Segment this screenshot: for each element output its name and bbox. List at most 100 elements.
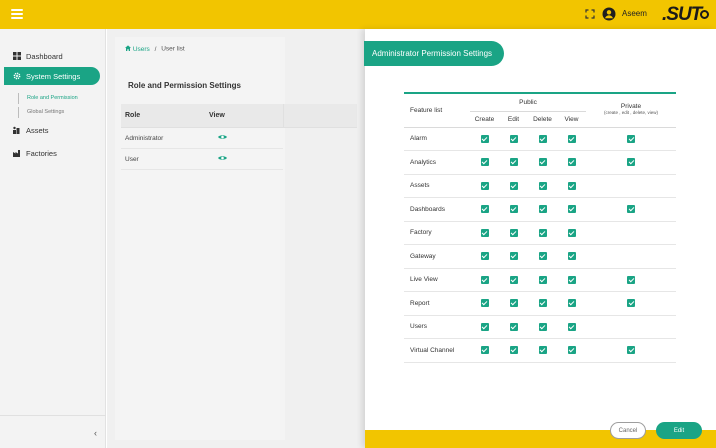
checkbox-delete[interactable] [538, 252, 547, 261]
checkbox-edit[interactable] [509, 275, 518, 284]
checkbox-view[interactable] [567, 252, 576, 261]
checkbox-view[interactable] [567, 299, 576, 308]
checkbox-delete[interactable] [538, 158, 547, 167]
checkbox-create[interactable] [480, 252, 489, 261]
role-name: User [125, 155, 139, 163]
table-row[interactable]: User [121, 149, 283, 170]
checkbox-delete[interactable] [538, 322, 547, 331]
sidebar-divider [0, 415, 106, 416]
checkbox-create[interactable] [480, 322, 489, 331]
checkbox-create[interactable] [480, 228, 489, 237]
table-row[interactable]: Administrator [121, 128, 283, 149]
checkbox-view[interactable] [567, 228, 576, 237]
checkbox-create[interactable] [480, 134, 489, 143]
sidebar-item-label: System Settings [26, 71, 81, 81]
checkbox-private[interactable] [627, 275, 635, 284]
checkbox-edit[interactable] [509, 158, 518, 167]
checkbox-create[interactable] [480, 205, 489, 214]
column-header-create: Create [470, 111, 499, 128]
checkbox-view[interactable] [567, 322, 576, 331]
checkbox-edit[interactable] [509, 252, 518, 261]
table-row: Factory [404, 221, 676, 245]
role-name: Administrator [125, 134, 164, 142]
column-header-role: Role [125, 112, 141, 119]
checkbox-edit[interactable] [509, 299, 518, 308]
checkbox-delete[interactable] [538, 275, 547, 284]
checkbox-delete[interactable] [538, 228, 547, 237]
feature-name: Virtual Channel [404, 338, 470, 363]
sidebar-subitem-role-permission[interactable]: Role and Permission [18, 93, 106, 104]
checkbox-delete[interactable] [538, 346, 547, 355]
checkbox-private[interactable] [627, 158, 635, 167]
feature-name: Users [404, 315, 470, 339]
checkbox-private[interactable] [627, 299, 635, 308]
column-header-public: Public [470, 94, 586, 112]
checkbox-create[interactable] [480, 275, 489, 284]
sidebar-item-assets[interactable]: Assets [0, 121, 106, 139]
checkbox-delete[interactable] [538, 134, 547, 143]
checkbox-create[interactable] [480, 299, 489, 308]
sidebar-item-label: Factories [26, 148, 57, 158]
cancel-button[interactable]: Cancel [610, 422, 646, 439]
checkbox-view[interactable] [567, 181, 576, 190]
checkbox-view[interactable] [567, 205, 576, 214]
expand-icon[interactable] [585, 9, 595, 19]
checkbox-create[interactable] [480, 346, 489, 355]
assets-icon [13, 126, 20, 134]
column-header-view: View [209, 112, 225, 119]
column-header-edit: Edit [499, 111, 528, 128]
role-table-header: Role View [121, 104, 357, 128]
checkbox-view[interactable] [567, 346, 576, 355]
permission-table: Feature list Public Private (create , ed… [404, 92, 676, 363]
column-header-view: View [557, 111, 586, 128]
table-row: Analytics [404, 150, 676, 175]
sidebar-item-system-settings[interactable]: System Settings [4, 67, 100, 85]
user-avatar-icon[interactable] [602, 7, 616, 21]
checkbox-private[interactable] [627, 205, 635, 214]
sidebar-item-factories[interactable]: Factories [0, 144, 106, 162]
page-title: Role and Permission Settings [128, 81, 241, 90]
checkbox-delete[interactable] [538, 181, 547, 190]
menu-icon[interactable] [11, 9, 23, 19]
column-header-private: Private (create , edit , delete, view) [586, 94, 676, 128]
private-header-sub: (create , edit , delete, view) [603, 110, 659, 116]
table-row: Report [404, 291, 676, 316]
feature-name: Analytics [404, 150, 470, 175]
table-row: Alarm [404, 127, 676, 151]
breadcrumb-separator: / [154, 45, 157, 53]
checkbox-private[interactable] [627, 134, 635, 143]
checkbox-edit[interactable] [509, 346, 518, 355]
breadcrumb-current: User list [161, 45, 185, 53]
checkbox-create[interactable] [480, 181, 489, 190]
feature-name: Gateway [404, 244, 470, 269]
user-name[interactable]: Aseem [622, 9, 647, 18]
sidebar-item-label: Dashboard [26, 51, 63, 61]
eye-icon[interactable] [218, 155, 227, 161]
breadcrumb-home[interactable]: Users [125, 45, 152, 53]
feature-name: Live View [404, 268, 470, 292]
column-header-feature: Feature list [404, 94, 470, 128]
column-header-delete: Delete [528, 111, 557, 128]
app-window: Aseem .SUT Dashboard System Settings Rol… [0, 0, 716, 448]
sidebar-item-dashboard[interactable]: Dashboard [0, 47, 106, 65]
checkbox-view[interactable] [567, 158, 576, 167]
checkbox-edit[interactable] [509, 205, 518, 214]
feature-name: Report [404, 291, 470, 316]
table-row: Virtual Channel [404, 338, 676, 363]
breadcrumb-link[interactable]: Users [133, 46, 150, 53]
table-row: Live View [404, 268, 676, 292]
checkbox-delete[interactable] [538, 299, 547, 308]
checkbox-edit[interactable] [509, 134, 518, 143]
checkbox-create[interactable] [480, 158, 489, 167]
checkbox-edit[interactable] [509, 181, 518, 190]
sidebar-subitem-global-settings[interactable]: Global Settings [18, 107, 106, 118]
checkbox-private[interactable] [627, 346, 635, 355]
checkbox-view[interactable] [567, 275, 576, 284]
eye-icon[interactable] [218, 134, 227, 140]
collapse-sidebar-icon[interactable]: ‹ [94, 428, 97, 438]
checkbox-view[interactable] [567, 134, 576, 143]
checkbox-edit[interactable] [509, 228, 518, 237]
checkbox-delete[interactable] [538, 205, 547, 214]
edit-button[interactable]: Edit [656, 422, 702, 439]
checkbox-edit[interactable] [509, 322, 518, 331]
